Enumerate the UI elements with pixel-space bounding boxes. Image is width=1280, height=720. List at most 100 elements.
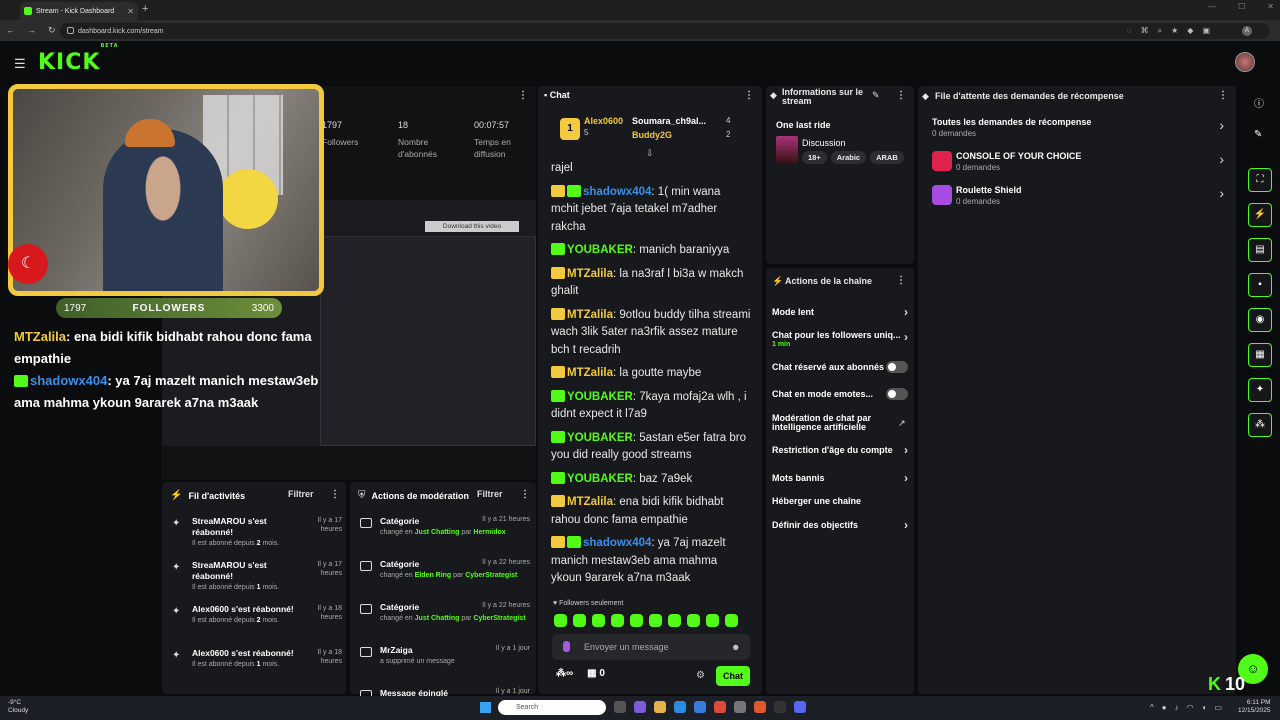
chat-message[interactable]: YOUBAKER: 5astan e5er fatra bro you did …	[551, 430, 751, 465]
reward-row[interactable]: CONSOLE OF YOUR CHOICE 0 demandes ›	[932, 151, 1224, 172]
emotes-toggle[interactable]	[886, 388, 908, 400]
chrome-icon[interactable]	[714, 701, 726, 713]
chat-message[interactable]: YOUBAKER: 7kaya mofaj2a wlh , i didnt ex…	[551, 389, 751, 424]
minimize-icon[interactable]: —	[1208, 2, 1216, 11]
leader-3-name[interactable]: Buddy2G	[632, 130, 672, 140]
emote-icon[interactable]	[554, 614, 567, 627]
brave-icon[interactable]	[754, 701, 766, 713]
kick-logo[interactable]: KICKBETA	[38, 43, 119, 75]
taskbar-search[interactable]: Search	[498, 700, 606, 715]
layout-icon[interactable]: ▦	[1248, 343, 1272, 367]
forward-icon[interactable]: →	[27, 25, 36, 36]
set-goals-item[interactable]: Définir des objectifs ›	[772, 519, 908, 531]
discord-icon[interactable]	[794, 701, 806, 713]
chat-settings-icon[interactable]: ⚙	[696, 670, 705, 681]
chat-username[interactable]: MTZalila	[567, 309, 613, 321]
all-rewards-row[interactable]: Toutes les demandes de récompense 0 deman…	[932, 117, 1224, 138]
moderation-menu-icon[interactable]: ⋮	[520, 489, 530, 500]
close-tab-icon[interactable]: ✕	[127, 7, 134, 16]
chat-username[interactable]: YOUBAKER	[567, 244, 633, 256]
windows-start-icon[interactable]	[480, 702, 491, 713]
activity-menu-icon[interactable]: ⋮	[330, 489, 340, 500]
chat-username[interactable]: MTZalila	[567, 367, 613, 379]
emote-icon[interactable]	[630, 614, 643, 627]
reward-row[interactable]: Roulette Shield 0 demandes ›	[932, 185, 1224, 206]
info-menu-icon[interactable]: ⋮	[896, 90, 906, 101]
bookmark-star-icon[interactable]: ★	[1171, 26, 1178, 36]
emoji-icon[interactable]: ☻	[731, 642, 740, 652]
profile-avatar[interactable]: A	[1242, 26, 1252, 36]
chat-username[interactable]: MTZalila	[567, 496, 613, 508]
back-icon[interactable]: ←	[6, 25, 15, 36]
moderation-item[interactable]: Catégorie changé en Elden Ring par CyberS…	[360, 559, 530, 580]
document-icon[interactable]: ▤	[1248, 238, 1272, 262]
chat-message[interactable]: MTZalila: la goutte maybe	[551, 365, 751, 383]
age-restriction-item[interactable]: Restriction d'âge du compte ›	[772, 444, 908, 456]
emotes-mode-item[interactable]: Chat en mode emotes...	[772, 388, 908, 400]
activity-item[interactable]: ✦ Alex0600 s'est réabonné! Il est abonné d…	[172, 648, 342, 668]
eye-off-icon[interactable]: ◌	[1127, 26, 1132, 36]
chat-message[interactable]: YOUBAKER: manich baraniyya	[551, 242, 751, 260]
subscribers-toggle[interactable]	[886, 361, 908, 373]
chat-message[interactable]: MTZalila: ena bidi kifik bidhabt rahou d…	[551, 494, 751, 529]
pencil-icon[interactable]: ✎	[1254, 129, 1262, 140]
new-tab-icon[interactable]: +	[142, 3, 148, 15]
volume-icon[interactable]: ◖	[1202, 703, 1207, 712]
browser-tab[interactable]: Stream - Kick Dashboard ✕	[20, 2, 138, 20]
moderation-item[interactable]: MrZaiga a supprimé un message Il y a 1 jou…	[360, 645, 530, 666]
chat-username[interactable]: MTZalila	[567, 268, 613, 280]
users-icon[interactable]: ⁂	[1248, 413, 1272, 437]
emote-icon[interactable]	[706, 614, 719, 627]
emote-icon[interactable]	[725, 614, 738, 627]
chat-message[interactable]: MTZalila: la na3raf l bi3a w makch ghali…	[551, 266, 751, 301]
translate-icon[interactable]: ⌘	[1141, 26, 1149, 36]
scroll-down-icon[interactable]: ⇩	[646, 148, 654, 159]
emote-icon[interactable]	[611, 614, 624, 627]
slow-mode-item[interactable]: Mode lent ›	[772, 306, 908, 318]
info-icon[interactable]: ⓘ	[1254, 95, 1264, 110]
tray-chevron-icon[interactable]: ^	[1150, 703, 1154, 712]
activity-item[interactable]: ✦ StreaMAROU s'est réabonné! Il est abonné…	[172, 516, 342, 547]
host-channel-item[interactable]: Héberger une chaîne	[772, 497, 908, 506]
tray-app-icon[interactable]: ●	[1162, 703, 1167, 712]
site-info-icon[interactable]	[67, 27, 74, 34]
stream-panel-menu-icon[interactable]: ⋮	[518, 90, 528, 101]
banned-words-item[interactable]: Mots bannis ›	[772, 472, 908, 484]
user-avatar[interactable]	[1235, 52, 1255, 72]
close-window-icon[interactable]: ✕	[1267, 2, 1274, 11]
ai-moderation-item[interactable]: Modération de chat par intelligence arti…	[772, 414, 882, 432]
address-bar[interactable]: dashboard.kick.com/stream	[60, 23, 1270, 39]
channel-menu-icon[interactable]: ⋮	[896, 275, 906, 286]
app-icon[interactable]	[734, 701, 746, 713]
wifi-icon[interactable]: ◠	[1187, 703, 1194, 712]
chat-username[interactable]: shadowx404	[583, 537, 651, 549]
weather-widget[interactable]: -9°C Cloudy	[8, 699, 28, 715]
chat-username[interactable]: YOUBAKER	[567, 432, 633, 444]
menu-icon[interactable]: ☰	[14, 56, 26, 72]
chat-input[interactable]: Envoyer un message	[552, 634, 750, 660]
emote-icon[interactable]	[573, 614, 586, 627]
battery-icon[interactable]: ▭	[1214, 703, 1222, 712]
chat-message[interactable]: rajel	[551, 160, 751, 178]
reload-icon[interactable]: ↻	[48, 25, 56, 36]
puzzle-icon[interactable]: ▣	[1202, 26, 1210, 36]
maximize-icon[interactable]: ☐	[1238, 2, 1245, 11]
moderation-filter-button[interactable]: Filtrer	[477, 489, 503, 499]
app-icon[interactable]	[774, 701, 786, 713]
leader-1-name[interactable]: Alex0600	[584, 116, 623, 126]
chat-message[interactable]: shadowx404: ya 7aj mazelt manich mestaw3…	[551, 535, 751, 588]
edit-icon[interactable]: ✎	[872, 90, 880, 101]
extension-icon[interactable]: ◆	[1187, 26, 1193, 36]
emote-icon[interactable]	[687, 614, 700, 627]
activity-filter-button[interactable]: Filtrer	[288, 489, 314, 499]
zoom-icon[interactable]: ⌕	[1158, 26, 1162, 36]
download-video-bar[interactable]: Download this video	[425, 221, 519, 232]
activity-item[interactable]: ✦ StreaMAROU s'est réabonné! Il est abonné…	[172, 560, 342, 591]
chat-message[interactable]: YOUBAKER: baz 7a9ek	[551, 471, 751, 489]
rewards-menu-icon[interactable]: ⋮	[1218, 90, 1228, 101]
app-icon[interactable]	[634, 701, 646, 713]
chat-username[interactable]: shadowx404	[583, 186, 651, 198]
subscribers-chat-item[interactable]: Chat réservé aux abonnés	[772, 361, 908, 373]
wrench-icon[interactable]: ✦	[1248, 378, 1272, 402]
moderation-item[interactable]: Catégorie changé en Just Chatting par Her…	[360, 516, 530, 537]
